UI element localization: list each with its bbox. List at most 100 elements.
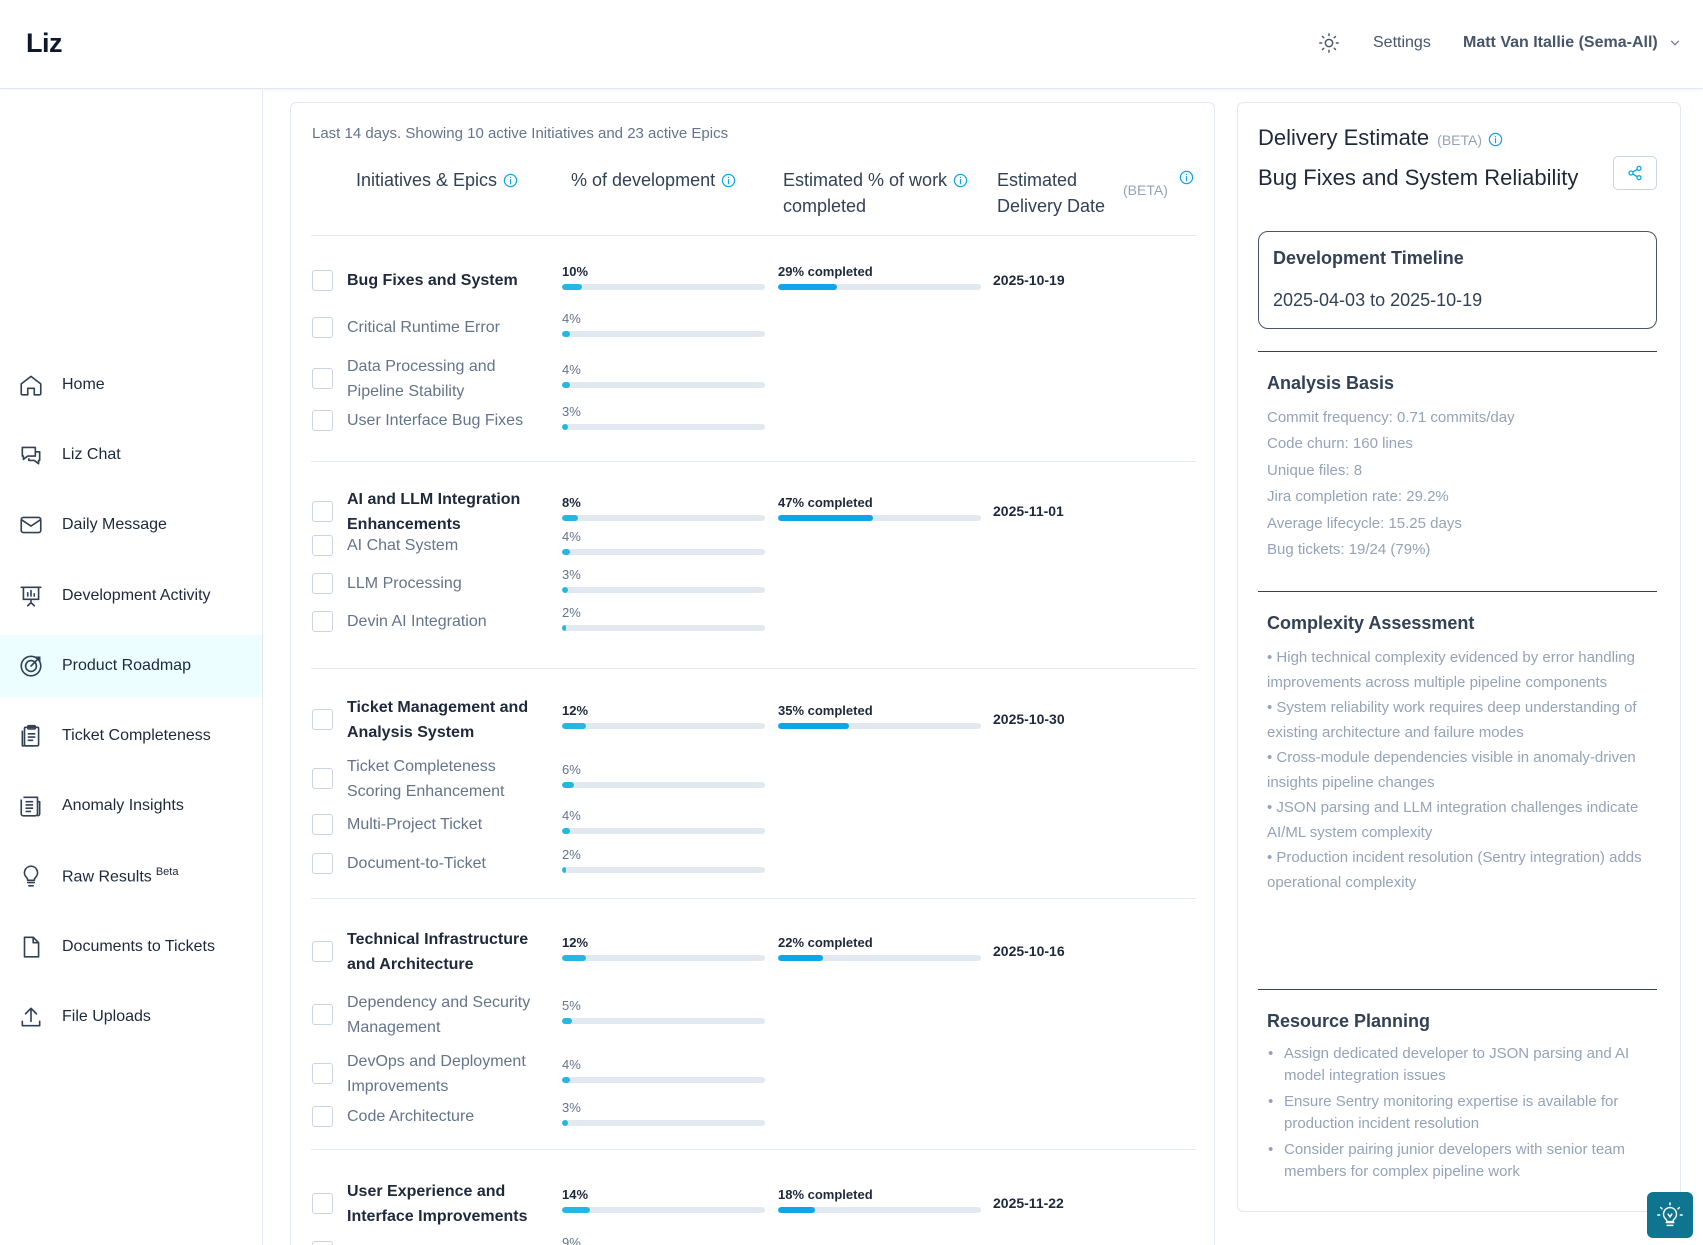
- initiative-name[interactable]: Bug Fixes and System: [347, 268, 547, 293]
- work-completed-label: 18% completed: [778, 1187, 873, 1202]
- work-completed-progress-fill: [778, 1207, 815, 1213]
- info-icon[interactable]: [503, 173, 518, 188]
- epic-name[interactable]: Critical Runtime Error: [347, 315, 547, 340]
- sidebar-item-anomaly-insights[interactable]: Anomaly Insights: [0, 775, 262, 837]
- delivery-beta-tag: (BETA): [1123, 182, 1168, 198]
- epic-name[interactable]: Dependency and Security Management: [347, 990, 547, 1040]
- share-icon: [1628, 165, 1642, 181]
- development-progress-bar: [562, 1018, 765, 1024]
- development-timeline-box: Development Timeline 2025-04-03 to 2025-…: [1258, 231, 1657, 329]
- sidebar-item-daily-message[interactable]: Daily Message: [0, 494, 262, 556]
- roadmap-summary: Last 14 days. Showing 10 active Initiati…: [312, 125, 729, 142]
- development-progress-fill: [562, 723, 587, 729]
- epic-row: 9%: [291, 1235, 1216, 1245]
- development-progress-fill: [562, 423, 569, 430]
- epic-name[interactable]: LLM Processing: [347, 571, 547, 596]
- epic-name[interactable]: User Interface Bug Fixes: [347, 408, 547, 433]
- initiative-name[interactable]: Ticket Management and Analysis System: [347, 695, 547, 745]
- development-percent-label: 12%: [562, 703, 589, 718]
- row-checkbox[interactable]: [312, 269, 333, 291]
- info-icon[interactable]: [1488, 132, 1503, 147]
- row-checkbox[interactable]: [312, 768, 333, 789]
- row-checkbox[interactable]: [312, 534, 333, 556]
- sidebar-item-liz-chat[interactable]: Liz Chat: [0, 424, 262, 486]
- app-title[interactable]: Liz: [26, 28, 63, 59]
- development-progress-fill: [562, 782, 575, 788]
- sidebar-item-label: Daily Message: [62, 516, 167, 533]
- epic-name[interactable]: Multi-Project Ticket: [347, 812, 547, 837]
- resource-planning-title: Resource Planning: [1267, 1011, 1431, 1031]
- epic-name[interactable]: Data Processing and Pipeline Stability: [347, 354, 547, 404]
- epic-name[interactable]: Document-to-Ticket: [347, 851, 547, 876]
- roadmap-card: Last 14 days. Showing 10 active Initiati…: [290, 102, 1215, 1245]
- analysis-basis-title: Analysis Basis: [1267, 373, 1395, 393]
- analysis-item: Bug tickets: 19/24 (79%): [1267, 541, 1431, 559]
- epic-name[interactable]: Code Architecture: [347, 1104, 547, 1129]
- work-completed-label: 35% completed: [778, 703, 873, 718]
- delivery-estimate-title: Delivery Estimate (BETA): [1258, 125, 1503, 151]
- info-icon[interactable]: [953, 173, 968, 188]
- row-checkbox[interactable]: [312, 409, 333, 431]
- chat-icon: [21, 446, 41, 465]
- epic-name[interactable]: AI Chat System: [347, 533, 547, 558]
- sidebar-item-file-uploads[interactable]: File Uploads: [0, 986, 262, 1048]
- development-percent-label: 6%: [562, 762, 581, 777]
- delivery-date-label: 2025-11-01: [993, 503, 1064, 519]
- sidebar-item-label: Product Roadmap: [62, 657, 191, 674]
- development-percent-label: 5%: [562, 998, 581, 1013]
- settings-link[interactable]: Settings: [1373, 34, 1431, 52]
- row-checkbox[interactable]: [312, 1240, 333, 1245]
- development-progress-bar: [562, 782, 765, 788]
- row-checkbox[interactable]: [312, 572, 333, 594]
- epic-name[interactable]: Devin AI Integration: [347, 609, 547, 634]
- initiative-name[interactable]: Technical Infrastructure and Architectur…: [347, 927, 547, 977]
- theme-toggle-sun-icon[interactable]: [1318, 32, 1340, 54]
- initiative-name[interactable]: User Experience and Interface Improvemen…: [347, 1179, 547, 1229]
- epic-row: User Interface Bug Fixes 3%: [291, 404, 1216, 433]
- sidebar-item-label: Documents to Tickets: [62, 938, 215, 955]
- timeline-range: 2025-04-03 to 2025-10-19: [1273, 290, 1483, 310]
- development-progress-bar: [562, 330, 765, 337]
- row-checkbox[interactable]: [312, 501, 333, 522]
- sidebar-item-documents-to-tickets[interactable]: Documents to Tickets: [0, 916, 262, 978]
- initiative-row: Ticket Management and Analysis System 12%…: [291, 695, 1216, 745]
- analysis-basis-list: Commit frequency: 0.71 commits/day Code …: [1267, 405, 1647, 563]
- lightbulb-idea-icon: [1657, 1202, 1683, 1227]
- row-checkbox[interactable]: [312, 852, 333, 874]
- epic-name[interactable]: DevOps and Deployment Improvements: [347, 1049, 547, 1099]
- work-completed-progress-bar: [778, 955, 981, 961]
- development-progress-bar: [562, 1119, 765, 1126]
- row-checkbox[interactable]: [312, 941, 333, 962]
- row-checkbox[interactable]: [312, 610, 333, 632]
- resource-item: Consider pairing junior developers with …: [1267, 1139, 1647, 1183]
- complexity-item: • Cross-module dependencies visible in a…: [1267, 749, 1636, 791]
- row-checkbox[interactable]: [312, 1063, 333, 1084]
- row-checkbox[interactable]: [312, 316, 333, 338]
- initiative-row: AI and LLM Integration Enhancements 8% 47%…: [291, 487, 1216, 537]
- development-progress-fill: [562, 866, 567, 873]
- initiative-name[interactable]: AI and LLM Integration Enhancements: [347, 487, 547, 537]
- row-checkbox[interactable]: [312, 1004, 333, 1025]
- epic-name[interactable]: Ticket Completeness Scoring Enhancement: [347, 754, 547, 804]
- row-checkbox[interactable]: [312, 1105, 333, 1127]
- row-checkbox[interactable]: [312, 1193, 333, 1214]
- info-icon[interactable]: [721, 173, 736, 188]
- work-completed-label: 22% completed: [778, 935, 873, 950]
- sidebar-item-product-roadmap[interactable]: Product Roadmap: [0, 635, 262, 697]
- sidebar-item-raw-results[interactable]: Raw Results Beta: [0, 845, 262, 907]
- development-progress-fill: [562, 624, 567, 631]
- assistant-fab-button[interactable]: [1647, 1192, 1693, 1238]
- share-button[interactable]: [1613, 156, 1657, 190]
- sidebar: Home Liz Chat Daily Message Development …: [0, 90, 263, 1245]
- row-checkbox[interactable]: [312, 813, 333, 835]
- info-icon[interactable]: [1179, 170, 1194, 185]
- sidebar-item-ticket-completeness[interactable]: Ticket Completeness: [0, 705, 262, 767]
- sidebar-item-home[interactable]: Home: [0, 354, 262, 416]
- row-checkbox[interactable]: [312, 368, 333, 389]
- development-progress-fill: [562, 515, 579, 521]
- development-progress-bar: [562, 423, 765, 430]
- row-checkbox[interactable]: [312, 709, 333, 730]
- user-menu[interactable]: Matt Van Itallie (Sema-All): [1463, 34, 1682, 52]
- sidebar-item-development-activity[interactable]: Development Activity: [0, 565, 262, 627]
- development-percent-label: 3%: [562, 566, 581, 582]
